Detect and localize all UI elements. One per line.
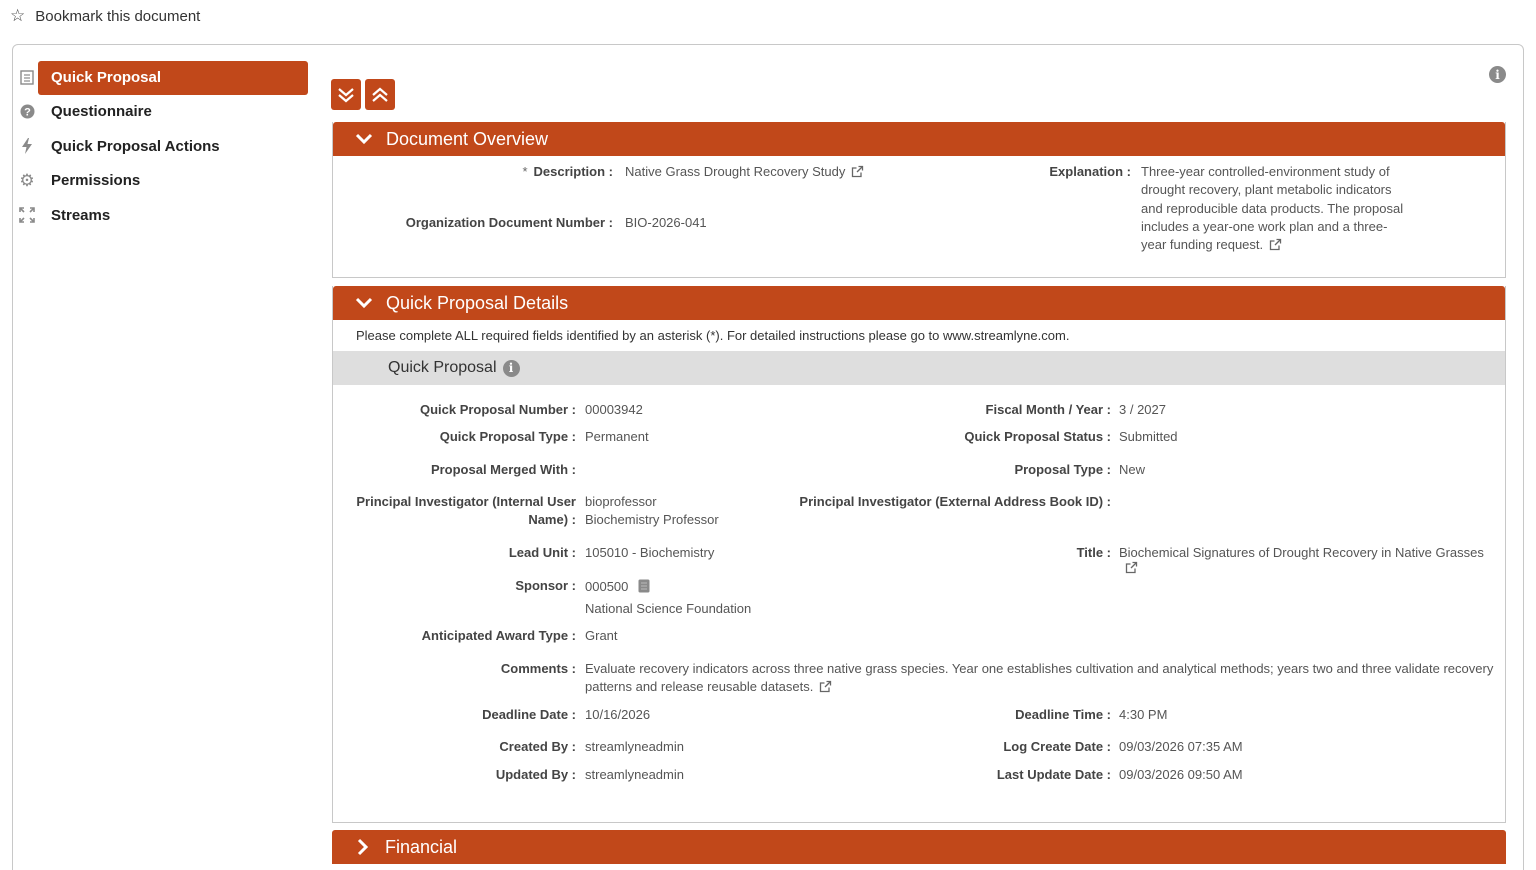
qp-number-value: 00003942 — [585, 402, 643, 417]
updated-by-label: Updated By : — [495, 767, 576, 782]
deadline-date-value: 10/16/2026 — [585, 707, 651, 722]
svg-text:?: ? — [24, 107, 31, 119]
qp-status-value: Submitted — [1119, 429, 1178, 444]
log-create-date-value: 09/03/2026 07:35 AM — [1119, 739, 1243, 754]
comments-field[interactable]: patterns and release reusable datasets. — [585, 678, 832, 696]
collapse-all-icon — [372, 87, 388, 102]
qp-status-label: Quick Proposal Status : — [964, 429, 1111, 444]
title-label: Title : — [1076, 545, 1111, 560]
award-type-label: Anticipated Award Type : — [421, 628, 576, 643]
subsection-title: Quick Proposal — [388, 359, 497, 376]
comments-value: Evaluate recovery indicators across thre… — [585, 661, 1494, 676]
section-title: Financial — [385, 836, 458, 857]
proposal-type-value: New — [1119, 462, 1146, 477]
deadline-time-label: Deadline Time : — [1015, 707, 1111, 722]
financial-panel: Financial — [332, 830, 1506, 870]
sponsor-lookup-icon[interactable] — [638, 579, 650, 593]
bookmark-label: Bookmark this document — [35, 7, 201, 25]
qp-type-value: Permanent — [585, 429, 649, 444]
merged-with-label: Proposal Merged With : — [430, 462, 576, 477]
pi-internal-name-value: Biochemistry Professor — [585, 512, 719, 527]
description-field[interactable]: Native Grass Drought Recovery Study — [625, 163, 864, 181]
pi-internal-label: Principal Investigator (Internal User — [356, 494, 576, 509]
pi-internal-label-cont: Name) : — [528, 512, 576, 527]
expand-all-button[interactable] — [331, 79, 361, 110]
explanation-label: Explanation : — [1049, 164, 1131, 179]
required-asterisk: * — [522, 164, 528, 179]
updated-by-value: streamlyneadmin — [585, 767, 684, 782]
sidebar-item-permissions[interactable]: ⚙ Permissions — [16, 164, 308, 199]
sponsor-name-value: National Science Foundation — [585, 601, 752, 616]
bookmark-link[interactable]: ☆ Bookmark this document — [10, 6, 200, 26]
sponsor-label: Sponsor : — [515, 578, 576, 593]
lightning-icon — [19, 138, 35, 155]
qp-type-label: Quick Proposal Type : — [439, 429, 576, 444]
sidebar-item-quick-proposal-actions[interactable]: Quick Proposal Actions — [16, 129, 308, 164]
question-icon: ? — [19, 104, 35, 120]
sidebar-item-questionnaire[interactable]: ? Questionnaire — [16, 95, 308, 130]
chevron-down-icon — [353, 292, 375, 314]
section-title: Quick Proposal Details — [386, 292, 569, 313]
chevron-down-icon — [353, 128, 375, 150]
org-doc-number-label: Organization Document Number : — [405, 215, 613, 230]
document-icon — [19, 69, 35, 85]
external-link-icon[interactable] — [1269, 238, 1282, 251]
created-by-label: Created By : — [499, 739, 576, 754]
explanation-field[interactable]: Three-year controlled-environment study … — [1141, 163, 1407, 254]
last-update-date-value: 09/03/2026 09:50 AM — [1119, 767, 1243, 782]
sidebar-item-quick-proposal[interactable]: Quick Proposal — [16, 60, 308, 95]
section-title: Document Overview — [386, 128, 549, 149]
award-type-value: Grant — [585, 628, 618, 643]
deadline-time-value: 4:30 PM — [1119, 707, 1168, 722]
gear-icon: ⚙ — [19, 170, 35, 190]
comments-label: Comments : — [500, 661, 576, 676]
external-link-icon[interactable] — [1125, 561, 1138, 574]
instructions-text: Please complete ALL required fields iden… — [356, 328, 1070, 343]
star-icon: ☆ — [10, 6, 26, 25]
quick-proposal-details-header[interactable]: Quick Proposal Details — [333, 286, 1505, 320]
fiscal-label: Fiscal Month / Year : — [985, 402, 1111, 417]
fiscal-value: 3 / 2027 — [1119, 402, 1166, 417]
pi-external-label: Principal Investigator (External Address… — [799, 494, 1111, 509]
deadline-date-label: Deadline Date : — [482, 707, 576, 722]
sidebar-item-label: Streams — [51, 206, 111, 224]
collapse-all-button[interactable] — [365, 79, 395, 110]
lead-unit-label: Lead Unit : — [508, 545, 576, 560]
title-value: Biochemical Signatures of Drought Recove… — [1119, 545, 1484, 560]
external-link-icon[interactable] — [819, 680, 832, 693]
expand-all-icon — [338, 87, 354, 102]
description-value: Native Grass Drought Recovery Study — [625, 164, 846, 179]
proposal-type-label: Proposal Type : — [1014, 462, 1111, 477]
qp-number-label: Quick Proposal Number : — [419, 402, 576, 417]
quick-proposal-details-panel: Quick Proposal Details Please complete A… — [332, 286, 1506, 823]
pi-internal-user-value: bioprofessor — [585, 494, 657, 509]
sidebar-item-label: Quick Proposal — [38, 61, 308, 95]
external-link-icon[interactable] — [851, 165, 864, 178]
sidebar-item-label: Quick Proposal Actions — [51, 137, 220, 155]
org-doc-number-value: BIO-2026-041 — [625, 215, 707, 230]
sponsor-code-value: 000500 — [585, 579, 629, 594]
description-label: Description : — [533, 164, 613, 179]
sidebar-item-streams[interactable]: Streams — [16, 198, 308, 233]
sidebar-item-label: Permissions — [51, 172, 141, 190]
comments-value-cont: patterns and release reusable datasets. — [585, 679, 814, 694]
sidebar-item-label: Questionnaire — [51, 103, 152, 121]
expand-icon — [19, 207, 35, 224]
created-by-value: streamlyneadmin — [585, 739, 684, 754]
info-icon[interactable]: i — [1489, 66, 1506, 83]
chevron-right-icon — [352, 836, 374, 858]
lead-unit-value: 105010 - Biochemistry — [585, 545, 715, 560]
log-create-date-label: Log Create Date : — [1003, 739, 1111, 754]
financial-header[interactable]: Financial — [332, 830, 1506, 864]
last-update-date-label: Last Update Date : — [996, 767, 1111, 782]
document-overview-header[interactable]: Document Overview — [333, 122, 1505, 156]
document-overview-panel: Document Overview * Description : Native … — [332, 122, 1506, 278]
quick-proposal-subsection: Quick Proposal i — [333, 351, 1505, 385]
sidebar-nav: Quick Proposal ? Questionnaire Quick Pro… — [16, 60, 308, 233]
info-icon[interactable]: i — [502, 359, 520, 377]
